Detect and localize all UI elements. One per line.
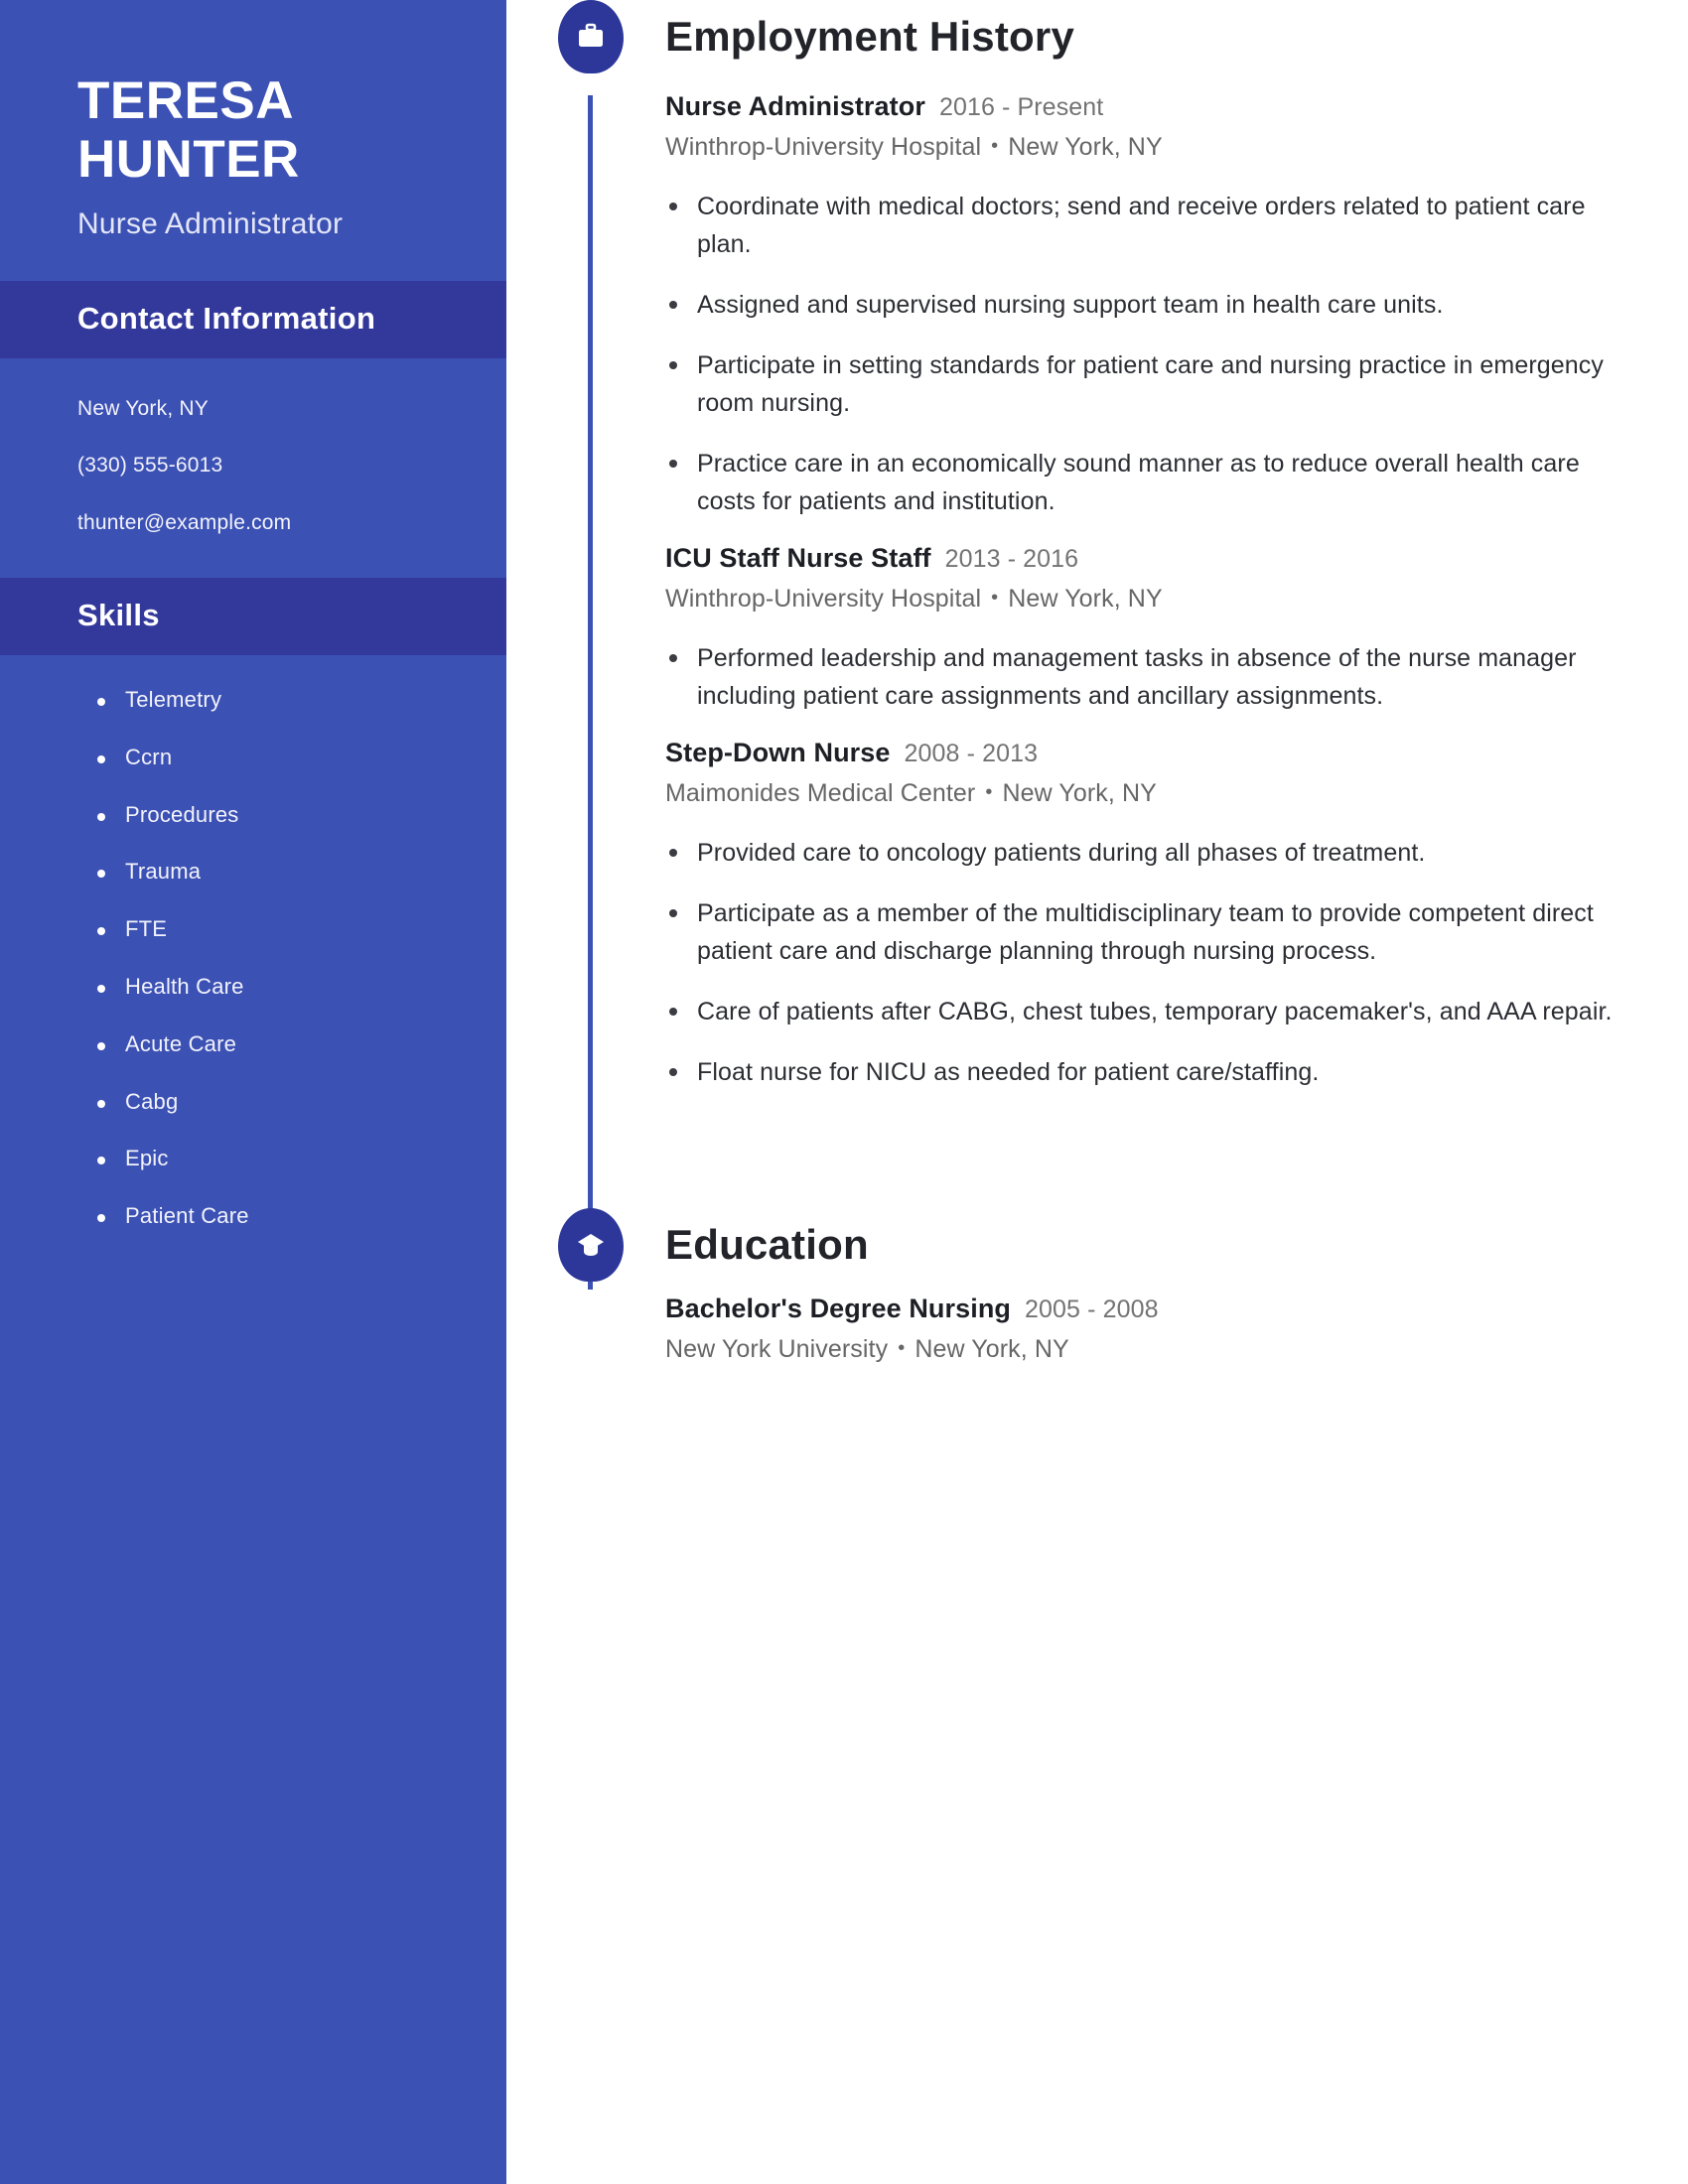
identity-block: TERESA HUNTER Nurse Administrator bbox=[0, 0, 506, 281]
skill-item: Acute Care bbox=[95, 1029, 457, 1060]
entry-school: New York University bbox=[665, 1335, 889, 1363]
entry-company: Winthrop-University Hospital bbox=[665, 585, 982, 613]
main-content: Employment History Nurse Administrator 2… bbox=[506, 0, 1688, 2184]
entry-location: New York, NY bbox=[914, 1335, 1069, 1363]
briefcase-icon bbox=[558, 0, 624, 73]
meta-separator: • bbox=[991, 587, 999, 609]
entry-dates: 2008 - 2013 bbox=[904, 740, 1039, 767]
entry-meta: Winthrop-University Hospital • New York, N… bbox=[665, 133, 1618, 162]
graduation-cap-icon bbox=[558, 1208, 624, 1282]
contact-heading-band: Contact Information bbox=[0, 280, 506, 358]
candidate-name: TERESA HUNTER bbox=[77, 71, 435, 190]
entry-company: Maimonides Medical Center bbox=[665, 779, 976, 807]
education-entry: Bachelor's Degree Nursing 2005 - 2008 Ne… bbox=[665, 1294, 1618, 1364]
entry-bullets: Provided care to oncology patients durin… bbox=[665, 834, 1618, 1091]
skill-item: FTE bbox=[95, 914, 457, 945]
skill-item: Procedures bbox=[95, 800, 457, 831]
contact-heading: Contact Information bbox=[77, 300, 376, 336]
employment-section-title: Employment History bbox=[665, 13, 1075, 60]
contact-list: New York, NY (330) 555-6013 thunter@exam… bbox=[0, 358, 506, 578]
skill-item: Cabg bbox=[95, 1087, 457, 1118]
entry-location: New York, NY bbox=[1008, 585, 1163, 613]
education-entries: Bachelor's Degree Nursing 2005 - 2008 Ne… bbox=[665, 1294, 1618, 1364]
employment-entry: Step-Down Nurse 2008 - 2013 Maimonides M… bbox=[665, 738, 1618, 1091]
contact-phone[interactable]: (330) 555-6013 bbox=[77, 451, 447, 480]
entry-bullets: Coordinate with medical doctors; send an… bbox=[665, 188, 1618, 520]
bullet-item: Float nurse for NICU as needed for patie… bbox=[665, 1053, 1614, 1091]
entry-role: ICU Staff Nurse Staff bbox=[665, 543, 931, 573]
education-section: Education Bachelor's Degree Nursing 2005… bbox=[506, 1208, 1618, 1364]
meta-separator: • bbox=[991, 135, 999, 157]
entry-meta: New York University • New York, NY bbox=[665, 1335, 1618, 1364]
entry-degree: Bachelor's Degree Nursing bbox=[665, 1294, 1012, 1323]
bullet-item: Participate as a member of the multidisc… bbox=[665, 894, 1614, 970]
employment-section-header: Employment History bbox=[506, 0, 1618, 73]
entry-role: Nurse Administrator bbox=[665, 91, 925, 121]
employment-history-section: Employment History Nurse Administrator 2… bbox=[506, 0, 1618, 1091]
entry-role: Step-Down Nurse bbox=[665, 738, 891, 767]
first-name: TERESA bbox=[77, 71, 294, 130]
skills-list: Telemetry Ccrn Procedures Trauma FTE Hea… bbox=[0, 655, 506, 1272]
entry-header: ICU Staff Nurse Staff 2013 - 2016 bbox=[665, 543, 1618, 574]
skills-heading: Skills bbox=[77, 598, 160, 633]
last-name: HUNTER bbox=[77, 130, 300, 190]
resume-page: TERESA HUNTER Nurse Administrator Contac… bbox=[0, 0, 1688, 2184]
entry-dates: 2005 - 2008 bbox=[1025, 1296, 1159, 1323]
entry-meta: Maimonides Medical Center • New York, NY bbox=[665, 779, 1618, 808]
entry-location: New York, NY bbox=[1002, 779, 1157, 807]
entry-header: Step-Down Nurse 2008 - 2013 bbox=[665, 738, 1618, 768]
employment-entries: Nurse Administrator 2016 - Present Winth… bbox=[665, 91, 1618, 1091]
candidate-job-title: Nurse Administrator bbox=[77, 206, 344, 240]
bullet-item: Provided care to oncology patients durin… bbox=[665, 834, 1614, 872]
skills-heading-band: Skills bbox=[0, 578, 506, 656]
contact-email[interactable]: thunter@example.com bbox=[77, 508, 447, 538]
entry-dates: 2016 - Present bbox=[938, 93, 1104, 121]
bullet-item: Care of patients after CABG, chest tubes… bbox=[665, 993, 1614, 1030]
bullet-item: Participate in setting standards for pat… bbox=[665, 346, 1614, 422]
entry-dates: 2013 - 2016 bbox=[944, 545, 1079, 573]
skill-item: Health Care bbox=[95, 972, 457, 1003]
employment-entry: Nurse Administrator 2016 - Present Winth… bbox=[665, 91, 1618, 520]
bullet-item: Coordinate with medical doctors; send an… bbox=[665, 188, 1614, 263]
meta-separator: • bbox=[898, 1337, 906, 1359]
education-section-header: Education bbox=[506, 1208, 1618, 1282]
skill-item: Trauma bbox=[95, 857, 457, 887]
skill-item: Telemetry bbox=[95, 685, 457, 716]
entry-location: New York, NY bbox=[1008, 133, 1163, 161]
meta-separator: • bbox=[985, 781, 993, 803]
employment-entry: ICU Staff Nurse Staff 2013 - 2016 Winthr… bbox=[665, 543, 1618, 715]
skill-item: Epic bbox=[95, 1144, 457, 1174]
entry-meta: Winthrop-University Hospital • New York, N… bbox=[665, 585, 1618, 614]
skill-item: Patient Care bbox=[95, 1201, 457, 1232]
sidebar: TERESA HUNTER Nurse Administrator Contac… bbox=[0, 0, 506, 2184]
entry-company: Winthrop-University Hospital bbox=[665, 133, 982, 161]
bullet-item: Practice care in an economically sound m… bbox=[665, 445, 1614, 520]
entry-header: Bachelor's Degree Nursing 2005 - 2008 bbox=[665, 1294, 1618, 1324]
bullet-item: Performed leadership and management task… bbox=[665, 639, 1614, 715]
bullet-item: Assigned and supervised nursing support … bbox=[665, 286, 1614, 324]
education-section-title: Education bbox=[665, 1221, 869, 1268]
skill-item: Ccrn bbox=[95, 743, 457, 773]
contact-location: New York, NY bbox=[77, 396, 209, 420]
entry-bullets: Performed leadership and management task… bbox=[665, 639, 1618, 715]
entry-header: Nurse Administrator 2016 - Present bbox=[665, 91, 1618, 122]
